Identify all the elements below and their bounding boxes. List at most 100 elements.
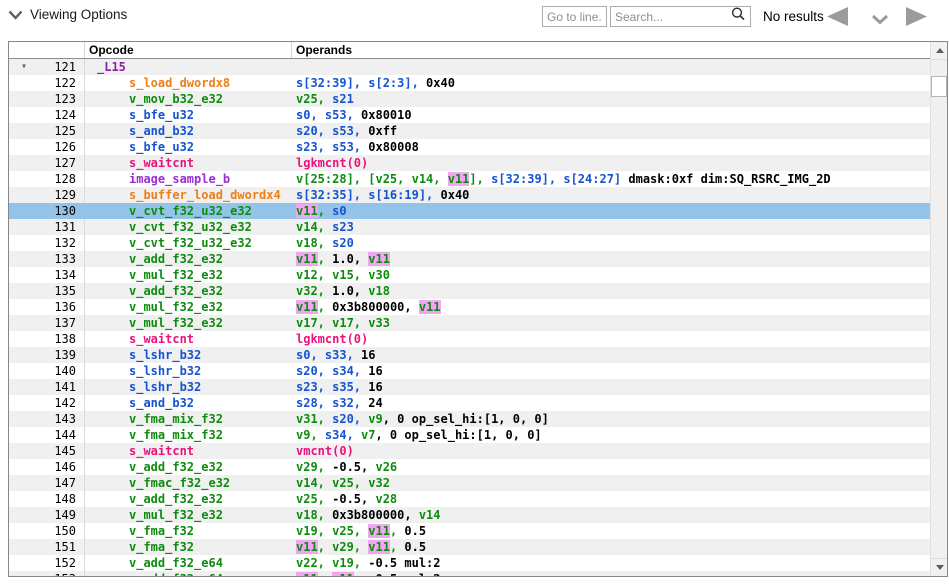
- operands-cell: v22, v19, -0.5 mul:2: [292, 555, 930, 571]
- table-row[interactable]: 142s_and_b32s28, s32, 24: [9, 395, 930, 411]
- row-expander-spacer: [9, 363, 39, 379]
- opcode-text: v_mul_f32_e32: [129, 268, 223, 282]
- opcode-text: s_and_b32: [129, 124, 194, 138]
- line-number: 133: [39, 251, 85, 267]
- operands-cell: v11, v29, v11, 0.5: [292, 539, 930, 555]
- opcode-text: v_fma_mix_f32: [129, 412, 223, 426]
- previous-result-button[interactable]: [827, 7, 849, 31]
- row-expander-spacer: [9, 331, 39, 347]
- operands-cell: v14, s23: [292, 219, 930, 235]
- table-row[interactable]: ▾121_L15: [9, 59, 930, 75]
- operand-token: s20, s53,: [296, 124, 368, 138]
- table-row[interactable]: 135v_add_f32_e32v32, 1.0, v18: [9, 283, 930, 299]
- table-row[interactable]: 132v_cvt_f32_u32_e32v18, s20: [9, 235, 930, 251]
- table-row[interactable]: 146v_add_f32_e32v29, -0.5, v26: [9, 459, 930, 475]
- scroll-up-button[interactable]: [931, 42, 948, 60]
- table-row[interactable]: 128image_sample_bv[25:28], [v25, v14, v1…: [9, 171, 930, 187]
- table-row[interactable]: 138s_waitcntlgkmcnt(0): [9, 331, 930, 347]
- operand-token: s[32:35], s[16:19],: [296, 188, 441, 202]
- opcode-cell: v_add_f32_e64: [85, 571, 292, 576]
- table-row[interactable]: 145s_waitcntvmcnt(0): [9, 443, 930, 459]
- row-expander-spacer: [9, 171, 39, 187]
- row-expander-spacer: [9, 155, 39, 171]
- table-row[interactable]: 151v_fma_f32v11, v29, v11, 0.5: [9, 539, 930, 555]
- table-row[interactable]: 124s_bfe_u32s0, s53, 0x80010: [9, 107, 930, 123]
- table-row[interactable]: 130v_cvt_f32_u32_e32v11, s0: [9, 203, 930, 219]
- opcode-text: v_cvt_f32_u32_e32: [129, 204, 252, 218]
- opcode-text: s_buffer_load_dwordx4: [129, 188, 281, 202]
- table-row[interactable]: 147v_fmac_f32_e32v14, v25, v32: [9, 475, 930, 491]
- opcode-cell: v_add_f32_e64: [85, 555, 292, 571]
- table-row[interactable]: 139s_lshr_b32s0, s33, 16: [9, 347, 930, 363]
- operand-token: , 0 op_sel_hi:[1, 0, 0]: [383, 412, 549, 426]
- table-row[interactable]: 126s_bfe_u32s23, s53, 0x80008: [9, 139, 930, 155]
- opcode-text: v_mov_b32_e32: [129, 92, 223, 106]
- table-row[interactable]: 140s_lshr_b32s20, s34, 16: [9, 363, 930, 379]
- row-expander-spacer: [9, 251, 39, 267]
- operands-cell: v11, s0: [292, 203, 930, 219]
- row-expander-spacer: [9, 379, 39, 395]
- scroll-down-button[interactable]: [931, 558, 948, 576]
- table-row[interactable]: 150v_fma_f32v19, v25, v11, 0.5: [9, 523, 930, 539]
- line-number: 132: [39, 235, 85, 251]
- table-row[interactable]: 127s_waitcntlgkmcnt(0): [9, 155, 930, 171]
- operand-token: ,: [318, 300, 332, 314]
- line-number: 121: [39, 59, 85, 75]
- operands-cell: s[32:35], s[16:19], 0x40: [292, 187, 930, 203]
- operand-token: 16: [368, 364, 382, 378]
- table-row[interactable]: 133v_add_f32_e32v11, 1.0, v11: [9, 251, 930, 267]
- vertical-scrollbar[interactable]: [930, 42, 947, 576]
- table-row[interactable]: 131v_cvt_f32_u32_e32v14, s23: [9, 219, 930, 235]
- search-icon[interactable]: [730, 6, 746, 27]
- operands-cell: [292, 59, 930, 75]
- chevron-down-icon: [8, 10, 23, 20]
- scrollbar-thumb[interactable]: [931, 76, 947, 97]
- operands-cell: v29, -0.5, v26: [292, 459, 930, 475]
- operand-token: v7: [361, 428, 375, 442]
- operand-token: v28: [375, 492, 397, 506]
- operands-cell: s23, s53, 0x80008: [292, 139, 930, 155]
- opcode-text: v_add_f32_e32: [129, 492, 223, 506]
- table-row[interactable]: 122s_load_dwordx8s[32:39], s[2:3], 0x40: [9, 75, 930, 91]
- goto-line-input[interactable]: [542, 6, 607, 27]
- viewing-options-toggle[interactable]: Viewing Options: [8, 7, 127, 22]
- operands-cell: lgkmcnt(0): [292, 155, 930, 171]
- operands-cell: v[25:28], [v25, v14, v11], s[32:39], s[2…: [292, 171, 930, 187]
- operands-cell: v25, -0.5, v28: [292, 491, 930, 507]
- table-row[interactable]: 141s_lshr_b32s23, s35, 16: [9, 379, 930, 395]
- opcode-cell: v_mul_f32_e32: [85, 507, 292, 523]
- table-row[interactable]: 137v_mul_f32_e32v17, v17, v33: [9, 315, 930, 331]
- opcode-cell: image_sample_b: [85, 171, 292, 187]
- table-row[interactable]: 149v_mul_f32_e32v18, 0x3b800000, v14: [9, 507, 930, 523]
- operand-token: s28, s32,: [296, 396, 368, 410]
- table-row[interactable]: 134v_mul_f32_e32v12, v15, v30: [9, 267, 930, 283]
- operand-token: ,: [318, 572, 332, 576]
- table-row[interactable]: 152v_add_f32_e64v22, v19, -0.5 mul:2: [9, 555, 930, 571]
- row-expander-icon[interactable]: ▾: [9, 59, 39, 75]
- row-expander-spacer: [9, 443, 39, 459]
- next-result-button[interactable]: [905, 7, 927, 31]
- row-expander-spacer: [9, 91, 39, 107]
- collapse-results-button[interactable]: [871, 12, 889, 30]
- search-input[interactable]: [611, 8, 730, 25]
- operands-cell: lgkmcnt(0): [292, 331, 930, 347]
- line-number: 135: [39, 283, 85, 299]
- table-row[interactable]: 144v_fma_mix_f32v9, s34, v7, 0 op_sel_hi…: [9, 427, 930, 443]
- table-row[interactable]: 136v_mul_f32_e32v11, 0x3b800000, v11: [9, 299, 930, 315]
- table-row[interactable]: 125s_and_b32s20, s53, 0xff: [9, 123, 930, 139]
- table-row[interactable]: 123v_mov_b32_e32v25, s21: [9, 91, 930, 107]
- operands-cell: v19, v25, v11, 0.5: [292, 523, 930, 539]
- table-row[interactable]: 143v_fma_mix_f32v31, s20, v9, 0 op_sel_h…: [9, 411, 930, 427]
- operand-token: s21: [332, 92, 354, 106]
- table-row[interactable]: 153v_add_f32_e64v11, v11, -0.5 mul:2: [9, 571, 930, 576]
- table-row[interactable]: 129s_buffer_load_dwordx4s[32:35], s[16:1…: [9, 187, 930, 203]
- opcode-cell: s_and_b32: [85, 123, 292, 139]
- table-row[interactable]: 148v_add_f32_e32v25, -0.5, v28: [9, 491, 930, 507]
- opcode-cell: v_mul_f32_e32: [85, 299, 292, 315]
- table-header: Opcode Operands: [9, 42, 930, 59]
- opcode-cell: v_cvt_f32_u32_e32: [85, 235, 292, 251]
- operand-token: v22, v19,: [296, 556, 368, 570]
- search-box[interactable]: [610, 6, 751, 27]
- opcode-text: s_load_dwordx8: [129, 76, 230, 90]
- line-number: 145: [39, 443, 85, 459]
